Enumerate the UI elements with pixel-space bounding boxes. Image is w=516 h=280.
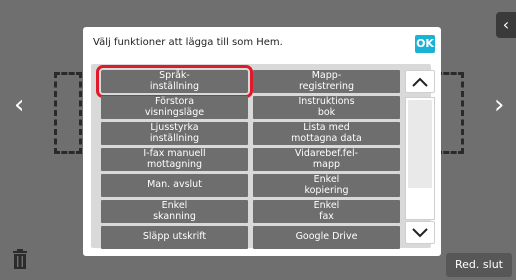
function-list: Språk- inställning Mapp- registrering Fö… <box>91 64 431 249</box>
function-button-ifax-manual-receive[interactable]: I-fax manuell mottagning <box>101 148 248 171</box>
function-button-folder-registration[interactable]: Mapp- registrering <box>253 70 400 93</box>
ok-button[interactable]: OK <box>415 35 435 53</box>
function-button-release-print[interactable]: Släpp utskrift <box>101 226 248 249</box>
add-home-functions-dialog: Välj funktioner att lägga till som Hem. … <box>83 27 441 256</box>
list-scrollbar <box>405 70 436 248</box>
chevron-up-icon <box>412 77 428 87</box>
function-button-forward-error-folder[interactable]: Vidarebef.fel- mapp <box>253 148 400 171</box>
function-button-google-drive[interactable]: Google Drive <box>253 226 400 249</box>
page-prev-arrow-icon[interactable]: ‹ <box>14 92 24 118</box>
dialog-title: Välj funktioner att lägga till som Hem. <box>93 37 283 48</box>
scroll-up-button[interactable] <box>405 70 435 93</box>
scroll-track[interactable] <box>405 97 435 220</box>
chevron-left-icon: ‹ <box>502 15 510 34</box>
trash-icon[interactable] <box>12 249 28 269</box>
function-button-brightness-setting[interactable]: Ljusstyrka inställning <box>101 122 248 145</box>
page-next-arrow-icon[interactable]: › <box>494 92 504 118</box>
function-button-easy-fax[interactable]: Enkel fax <box>253 200 400 223</box>
function-button-instruction-book[interactable]: Instruktions bok <box>253 96 400 119</box>
side-panel-tab[interactable]: ‹ <box>496 12 516 38</box>
scroll-down-button[interactable] <box>405 221 435 244</box>
function-button-language-setting[interactable]: Språk- inställning <box>96 65 253 98</box>
function-button-manual-end[interactable]: Man. avslut <box>101 174 248 197</box>
function-button-received-data-list[interactable]: Lista med mottagna data <box>253 122 400 145</box>
empty-home-slot-left <box>54 72 82 154</box>
function-button-easy-scan[interactable]: Enkel skanning <box>101 200 248 223</box>
scroll-thumb[interactable] <box>408 100 432 188</box>
function-button-enlarge-display[interactable]: Förstora visningsläge <box>101 96 248 119</box>
edit-end-button[interactable]: Red. slut <box>446 253 512 277</box>
function-button-easy-copy[interactable]: Enkel kopiering <box>253 174 400 197</box>
chevron-down-icon <box>412 227 428 237</box>
